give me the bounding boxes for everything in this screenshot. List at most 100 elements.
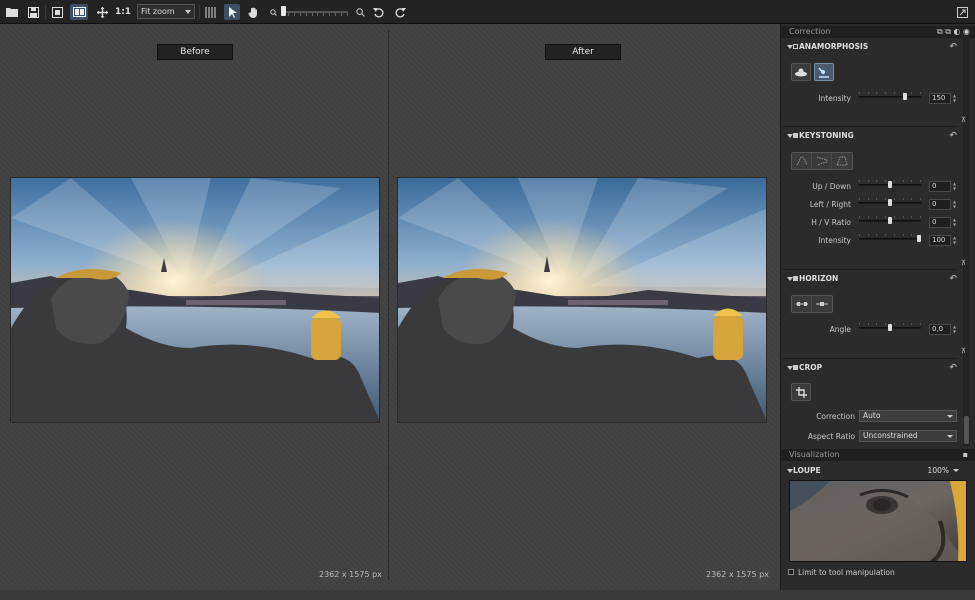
loupe-zoom[interactable]: 100% [928,465,949,477]
horizon-auto-icon[interactable] [812,296,832,312]
collapse-arrow-icon[interactable] [787,469,793,473]
keystoning-header[interactable]: KEYSTONING ↶ [785,130,961,142]
zoom-select-value: Fit zoom [141,7,175,16]
spinner-icon[interactable]: ▲ ▼ [952,235,957,245]
loupe-header[interactable]: LOUPE 100% [785,465,961,477]
anamorphosis-header[interactable]: ANAMORPHOSIS ↶ [785,41,961,53]
keystoning-row-input[interactable]: 100 [929,235,951,246]
fullscreen-icon[interactable] [955,4,969,20]
crop-aspect-select[interactable]: Unconstrained [859,430,957,442]
keystoning-row-thumb[interactable] [888,217,892,224]
split-divider[interactable] [388,30,389,580]
move-icon[interactable] [95,4,109,20]
undo-icon[interactable] [371,4,385,20]
after-image[interactable] [397,177,767,423]
keystoning-row-slider[interactable] [859,238,921,240]
keystoning-row-label: H / V Ratio [811,218,851,227]
zoom-slider-thumb[interactable] [281,6,286,16]
chevron-down-icon [947,435,953,438]
after-image-size: 2362 x 1575 px [706,570,769,579]
spinner-icon[interactable]: ▲ ▼ [952,199,957,209]
horizon-angle-thumb[interactable] [888,324,892,331]
anamorphosis-mode-button-1[interactable] [791,63,811,81]
keystoning-row-label: Left / Right [809,200,851,209]
anamorphosis-intensity-label: Intensity [818,94,851,103]
keystoning-row-label: Intensity [818,236,851,245]
spinner-icon[interactable]: ▲ ▼ [952,217,957,227]
save-icon[interactable] [26,4,40,20]
horizon-mode-group[interactable] [791,295,833,313]
limit-to-tool-checkbox[interactable] [788,569,794,575]
crop-correction-select[interactable]: Auto [859,410,957,422]
reset-icon[interactable]: ↶ [949,273,957,285]
keystoning-toggle[interactable] [793,133,798,138]
spinner-icon[interactable]: ▲ ▼ [952,324,957,334]
zoom-ratio-label: 1:1 [114,7,132,17]
reset-icon[interactable]: ↶ [949,130,957,142]
keystoning-row-thumb[interactable] [888,181,892,188]
hand-tool-icon[interactable] [246,4,260,20]
spinner-icon[interactable]: ▲ ▼ [952,181,957,191]
zoom-in-icon[interactable] [354,4,366,20]
export-icon[interactable] [50,4,64,20]
zoom-slider-ticks [282,8,348,16]
pin-icon[interactable]: ⊼ [961,117,967,124]
crop-tool-button[interactable] [791,383,811,401]
image-viewer: Before After 2362 x 1575 px 2362 x 1575 … [0,24,780,590]
panel-scrollbar[interactable] [963,36,970,446]
keystone-both-icon[interactable] [832,153,852,169]
reset-icon[interactable]: ↶ [949,41,957,53]
reset-icon[interactable]: ↶ [949,362,957,374]
pin-icon[interactable]: ⊼ [961,260,967,267]
visualization-header: Visualization ▪ [781,449,975,461]
keystoning-row-input[interactable]: 0 [929,217,951,228]
anamorphosis-intensity-slider[interactable] [859,96,921,98]
horizon-toggle[interactable] [793,276,798,281]
crop-toggle[interactable] [793,365,798,370]
before-image[interactable] [10,177,380,423]
zoom-select[interactable]: Fit zoom [137,4,195,19]
pointer-tool-icon[interactable] [224,4,240,20]
crop-title: CROP [799,363,823,372]
horizon-header[interactable]: HORIZON ↶ [785,273,961,285]
zoom-1-1-button[interactable]: 1:1 [115,4,131,20]
anamorphosis-mode-button-2[interactable] [814,63,834,81]
anamorphosis-title: ANAMORPHOSIS [799,42,869,51]
crop-aspect-label: Aspect Ratio [807,432,855,441]
keystoning-row-thumb[interactable] [917,235,921,242]
panel-scroll-thumb[interactable] [964,416,969,444]
chevron-down-icon [947,415,953,418]
grid-icon[interactable] [203,4,217,20]
crop-correction-label: Correction [816,412,855,421]
anamorphosis-toggle[interactable] [793,44,798,49]
anamorphosis-intensity-input[interactable]: 150 [929,93,951,104]
loupe-preview[interactable] [789,480,967,562]
open-folder-icon[interactable] [5,4,19,20]
keystoning-row-thumb[interactable] [888,199,892,206]
spinner-icon[interactable]: ▲ ▼ [952,93,957,103]
pin-icon[interactable]: ⊼ [961,348,967,355]
keystoning-title: KEYSTONING [799,131,854,140]
crop-aspect-value: Unconstrained [863,431,918,440]
horizon-line-icon[interactable] [792,296,812,312]
side-by-side-view-icon[interactable] [70,4,88,20]
anamorphosis-intensity-thumb[interactable] [902,93,907,100]
keystoning-row-input[interactable]: 0 [929,199,951,210]
keystoning-row-label: Up / Down [812,182,851,191]
horizon-angle-input[interactable]: 0,0 [929,324,951,335]
limit-to-tool-label: Limit to tool manipulation [798,568,895,577]
pin-icon[interactable]: ▪ [963,449,968,461]
keystone-vertical-icon[interactable] [792,153,812,169]
visualization-header-label: Visualization [789,450,840,459]
crop-header[interactable]: CROP ↶ [785,362,961,374]
zoom-out-icon[interactable] [268,4,278,20]
after-label: After [545,44,621,60]
chevron-down-icon[interactable] [953,469,959,472]
keystone-horizontal-icon[interactable] [812,153,832,169]
keystoning-row-input[interactable]: 0 [929,181,951,192]
redo-icon[interactable] [393,4,407,20]
keystoning-mode-group[interactable] [791,152,853,170]
correction-header-label: Correction [789,27,831,36]
loupe-title: LOUPE [793,466,821,475]
horizon-angle-label: Angle [829,325,851,334]
